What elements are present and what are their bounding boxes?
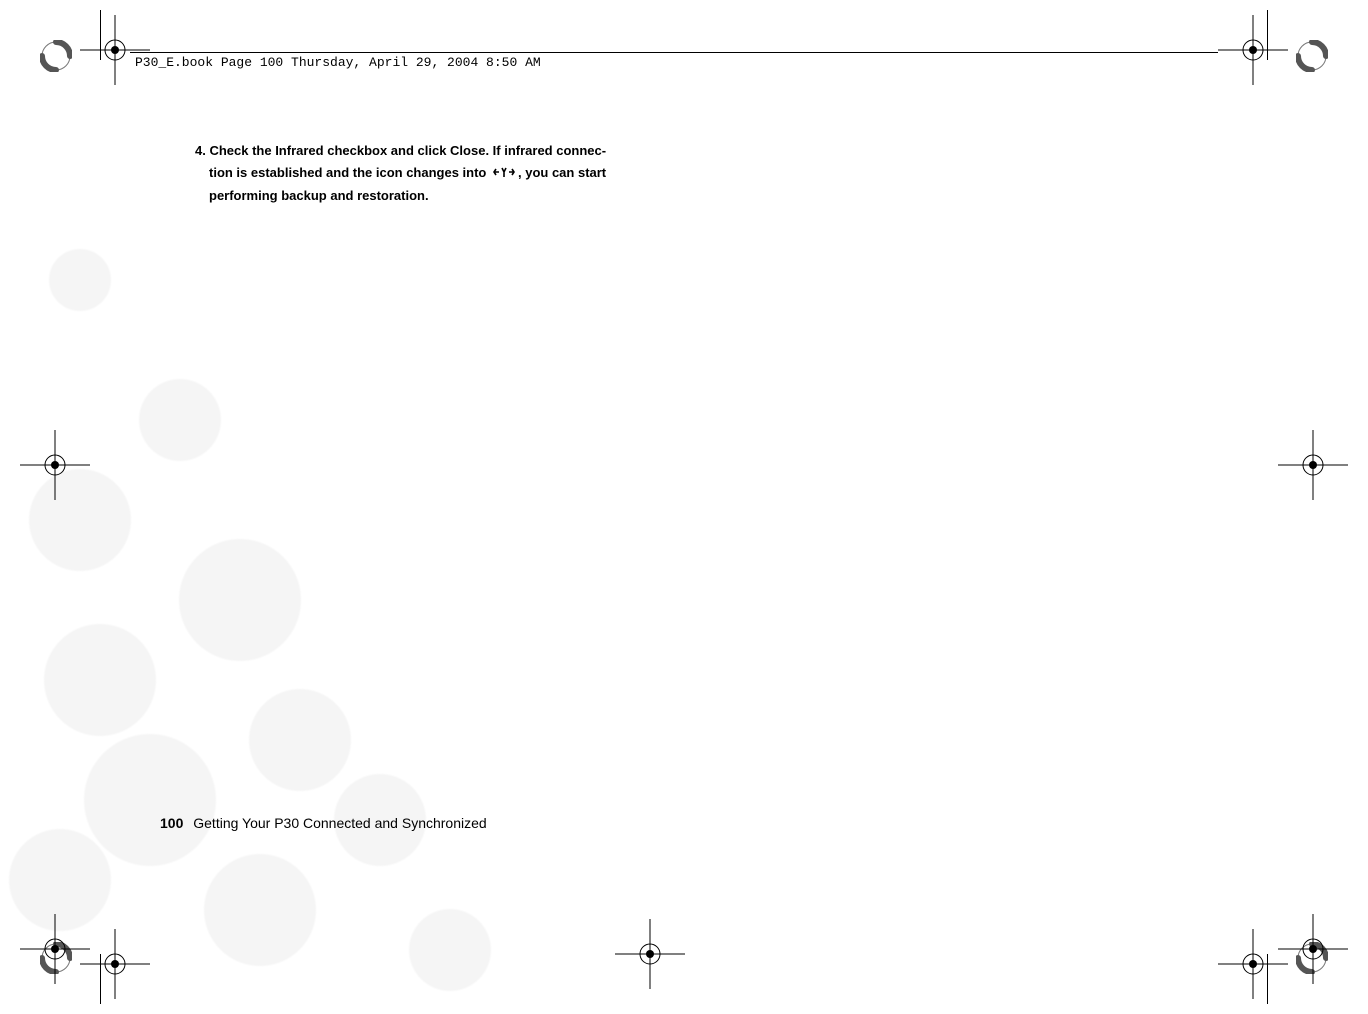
- crop-mark-icon: [20, 914, 90, 989]
- section-title: Getting Your P30 Connected and Synchroni…: [193, 815, 486, 831]
- frame-tick: [100, 954, 101, 1004]
- crop-mark-icon: [1278, 914, 1348, 989]
- step-line-2-after: , you can start: [518, 165, 606, 180]
- crop-mark-icon: [80, 15, 150, 85]
- instruction-step: 4. Check the Infrared checkbox and click…: [195, 140, 655, 207]
- crop-mark-icon: [1218, 15, 1288, 85]
- page-footer: 100 Getting Your P30 Connected and Synch…: [160, 815, 487, 831]
- crop-mark-icon: [1278, 430, 1348, 505]
- step-line-1: 4. Check the Infrared checkbox and click…: [195, 140, 655, 162]
- crop-mark-icon: [615, 919, 685, 994]
- frame-tick: [1267, 10, 1268, 60]
- crop-mark-icon: [20, 430, 90, 505]
- step-line-3: performing backup and restoration.: [195, 185, 655, 207]
- frame-tick: [100, 10, 101, 60]
- crop-mark-icon: [80, 929, 150, 999]
- registration-spiral-icon: [40, 40, 72, 72]
- header-rule: [130, 52, 1218, 53]
- running-head: P30_E.book Page 100 Thursday, April 29, …: [135, 55, 541, 70]
- step-line-2-before: tion is established and the icon changes…: [209, 165, 490, 180]
- infrared-sync-icon: [492, 163, 516, 185]
- registration-spiral-icon: [1296, 40, 1328, 72]
- step-line-2: tion is established and the icon changes…: [195, 162, 655, 185]
- page-number: 100: [160, 815, 183, 831]
- frame-tick: [1267, 954, 1268, 1004]
